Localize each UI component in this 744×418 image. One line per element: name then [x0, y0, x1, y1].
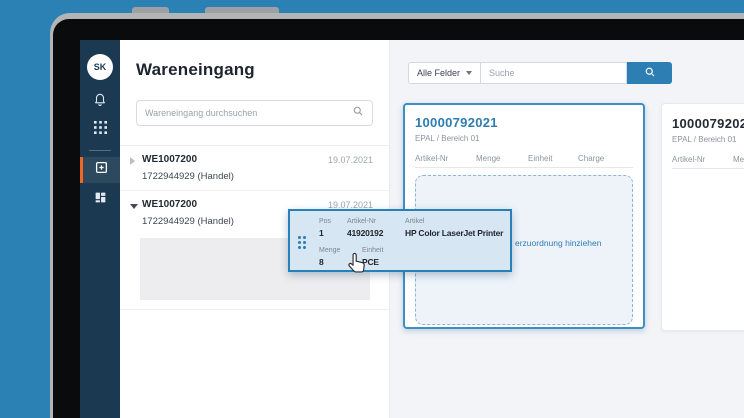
- drag-handle-icon[interactable]: [298, 236, 306, 249]
- column-artikel-nr: Artikel-Nr: [415, 154, 449, 163]
- search-icon: [352, 104, 364, 122]
- field-label-artikel: Artikel: [405, 218, 425, 225]
- drop-zone-hint: erzuordnung hinziehen: [515, 238, 602, 248]
- search-icon: [644, 66, 656, 81]
- field-label-pos: Pos: [319, 218, 332, 225]
- add-receipt-icon: [95, 161, 108, 179]
- field-label-artikel-nr: Artikel-Nr: [347, 218, 377, 225]
- column-einheit: Einheit: [528, 154, 553, 163]
- list-search-box: [136, 100, 373, 126]
- column-headers: Artikel-Nr Menge: [672, 155, 744, 164]
- user-avatar[interactable]: SK: [87, 54, 113, 80]
- field-filter-select[interactable]: Alle Felder: [408, 62, 482, 84]
- pallet-card: 10000792029 EPAL / Bereich 01 Artikel-Nr…: [661, 103, 744, 331]
- card-divider: [672, 168, 744, 169]
- notifications-button[interactable]: [92, 93, 108, 109]
- receipt-id: WE1007200: [142, 154, 198, 165]
- panel-search-input[interactable]: [481, 62, 628, 84]
- sidebar-item-wareneingang-active[interactable]: [80, 157, 120, 183]
- hand-cursor-icon: [346, 251, 369, 276]
- column-artikel-nr: Artikel-Nr: [672, 155, 706, 164]
- receipt-date: 19.07.2021: [327, 155, 373, 165]
- chevron-down-icon[interactable]: [130, 199, 142, 227]
- desktop-background: SK Wareneingang Wareneingang durchsuchen…: [0, 0, 744, 418]
- pallet-number: 10000792021: [415, 115, 498, 130]
- chevron-right-icon[interactable]: [130, 154, 142, 182]
- column-menge: Menge: [733, 155, 744, 164]
- chevron-down-icon: [466, 71, 473, 75]
- list-search-input[interactable]: [145, 108, 352, 118]
- bell-icon: [93, 92, 107, 111]
- page-title: Wareneingang: [136, 60, 255, 79]
- list-divider: [120, 309, 389, 310]
- receipt-subtitle: 1722944929 (Handel): [142, 171, 234, 182]
- list-item-collapsed[interactable]: WE1007200 1722944929 (Handel) 19.07.2021: [120, 146, 389, 191]
- field-value-pos: 1: [319, 228, 324, 238]
- column-headers: Artikel-Nr Menge Einheit Charge: [415, 154, 633, 163]
- apps-menu-button[interactable]: [92, 121, 108, 139]
- apps-grid-icon: [93, 121, 107, 139]
- sidebar: SK: [80, 40, 120, 418]
- pallet-location: EPAL / Bereich 01: [672, 135, 737, 144]
- field-value-artikel: HP Color LaserJet Printer: [405, 228, 504, 238]
- dragged-item-row-1: Pos 1 Artikel-Nr 41920192 Artikel HP Col…: [319, 218, 503, 238]
- dashboard-tiles-icon: [94, 191, 107, 209]
- search-button[interactable]: [627, 62, 673, 84]
- field-filter-label: Alle Felder: [417, 68, 461, 78]
- field-value-artikel-nr: 41920192: [347, 228, 384, 238]
- column-charge: Charge: [578, 154, 605, 163]
- card-divider: [415, 167, 633, 168]
- panel-search-bar: Alle Felder: [408, 62, 673, 84]
- column-menge: Menge: [476, 154, 501, 163]
- pallet-location: EPAL / Bereich 01: [415, 134, 480, 143]
- sidebar-item-dashboard[interactable]: [93, 192, 108, 207]
- dragged-item-card[interactable]: Pos 1 Artikel-Nr 41920192 Artikel HP Col…: [288, 209, 512, 272]
- sidebar-divider: [89, 150, 111, 151]
- pallet-number: 10000792029: [672, 116, 744, 131]
